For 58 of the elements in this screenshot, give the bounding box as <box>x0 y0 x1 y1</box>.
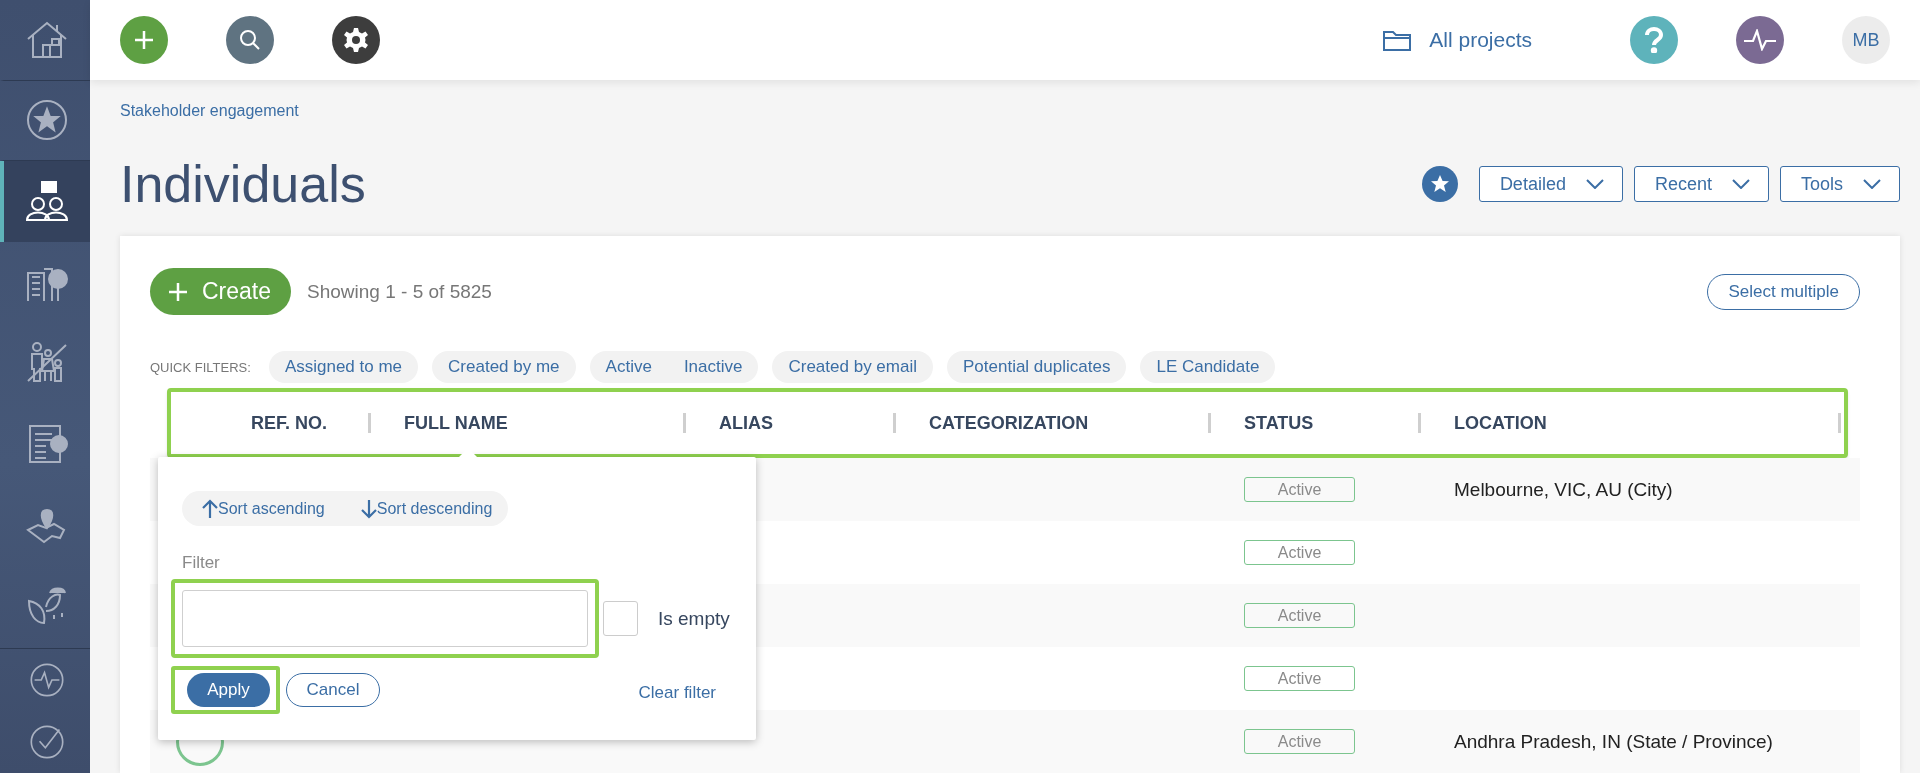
search-icon <box>239 29 261 51</box>
table-cell-text: Melbourne, VIC, AU (City) <box>1454 478 1674 501</box>
checkbox-label: Is empty <box>658 607 730 630</box>
quick-filters-label: QUICK FILTERS: <box>150 359 251 375</box>
chevron-down-icon <box>1585 179 1604 189</box>
clear-filter-link[interactable]: Clear filter <box>638 683 716 703</box>
filter-option[interactable]: LE Candidate <box>1156 357 1260 377</box>
activity-icon <box>1743 29 1777 51</box>
settings-button[interactable] <box>332 16 380 64</box>
plus-icon <box>134 30 154 50</box>
user-avatar[interactable]: MB <box>1842 16 1890 64</box>
is-empty-checkbox[interactable] <box>603 601 638 636</box>
project-selector[interactable]: All projects <box>1383 28 1532 52</box>
column-header[interactable]: STATUS <box>1244 412 1314 434</box>
activity-button[interactable] <box>1736 16 1784 64</box>
dropdown-button[interactable]: Tools <box>1779 166 1900 202</box>
column-header[interactable]: ALIAS <box>719 412 773 434</box>
plus-icon <box>168 281 188 302</box>
filter-option[interactable]: Created by me <box>448 357 560 377</box>
status-tag: Active <box>1244 477 1355 502</box>
sidebar-item[interactable] <box>0 161 90 242</box>
chevron-down-icon <box>1731 179 1750 189</box>
search-button[interactable] <box>226 16 274 64</box>
filter-input[interactable] <box>182 590 588 647</box>
select-multiple-button[interactable]: Select multiple <box>1707 273 1860 310</box>
status-tag: Active <box>1244 540 1355 565</box>
column-header[interactable]: LOCATION <box>1454 412 1547 434</box>
dropdown-button[interactable]: Recent <box>1633 166 1769 202</box>
cancel-button[interactable]: Cancel <box>286 673 380 707</box>
settings-icon <box>343 27 369 53</box>
arrow-up-icon <box>202 498 218 519</box>
chevron-down-icon <box>1863 179 1881 189</box>
filter-option[interactable]: Inactive <box>683 357 743 377</box>
help-button[interactable] <box>1630 16 1678 64</box>
folder-icon <box>1383 29 1412 51</box>
filter-option[interactable]: Active <box>605 357 652 377</box>
help-icon <box>1645 27 1663 53</box>
status-tag: Active <box>1244 666 1355 691</box>
column-header[interactable]: FULL NAME <box>404 412 508 434</box>
page-title: Individuals <box>120 154 367 214</box>
table-cell-text: Andhra Pradesh, IN (State / Province) <box>1454 730 1774 753</box>
breadcrumb-link[interactable]: Stakeholder engagement <box>120 102 299 120</box>
star-icon <box>1429 174 1450 194</box>
status-tag: Active <box>1244 729 1355 754</box>
dropdown-button[interactable]: Detailed <box>1478 166 1623 202</box>
arrow-down-icon <box>360 498 377 519</box>
filter-option[interactable]: Assigned to me <box>284 357 403 377</box>
result-count: Showing 1 - 5 of 5825 <box>307 280 492 303</box>
filter-option[interactable]: Created by email <box>788 357 917 377</box>
status-tag: Active <box>1244 603 1355 628</box>
filter-option[interactable]: Potential duplicates <box>963 357 1111 377</box>
column-header[interactable]: REF. NO. <box>251 412 327 434</box>
apply-button[interactable]: Apply <box>187 673 270 707</box>
column-header[interactable]: CATEGORIZATION <box>929 412 1089 434</box>
create-button[interactable]: Create <box>150 268 292 315</box>
add-button[interactable] <box>120 16 168 64</box>
favorite-button[interactable] <box>1421 166 1458 202</box>
filter-label: Filter <box>182 553 220 573</box>
